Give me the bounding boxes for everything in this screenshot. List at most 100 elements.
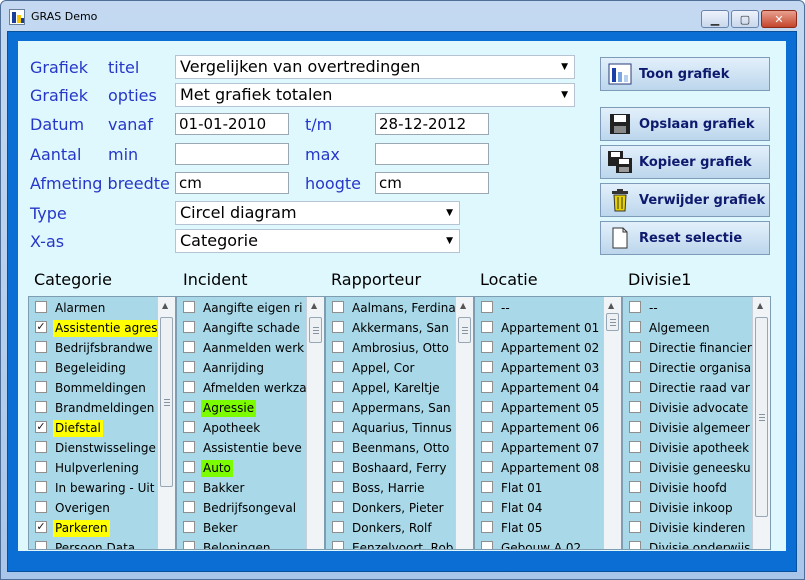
maximize-button[interactable]: ▢ xyxy=(731,10,759,28)
checkbox[interactable] xyxy=(629,461,641,473)
list-item[interactable]: Appartement 07 xyxy=(475,437,621,457)
checkbox[interactable] xyxy=(629,521,641,533)
checkbox[interactable] xyxy=(332,481,344,493)
close-button[interactable]: ✕ xyxy=(761,10,797,28)
max-input[interactable] xyxy=(375,143,489,165)
checkbox[interactable] xyxy=(481,401,493,413)
opslaan-grafiek-button[interactable]: Opslaan grafiek xyxy=(600,107,770,141)
list-item[interactable]: Ambrosius, Otto xyxy=(326,337,473,357)
checkbox[interactable] xyxy=(332,461,344,473)
checkbox[interactable] xyxy=(183,441,195,453)
list-item[interactable]: Appartement 02 xyxy=(475,337,621,357)
scrollbar[interactable]: ▲ xyxy=(306,297,324,549)
rapporteur-list[interactable]: Aalmans, Ferdina Akkermans, San Ambrosius,… xyxy=(325,296,474,550)
checkbox[interactable] xyxy=(481,301,493,313)
incident-list[interactable]: Aangifte eigen ri Aangifte schade Aanmelde… xyxy=(176,296,325,550)
list-item[interactable]: Divisie advocate xyxy=(623,397,770,417)
checkbox[interactable] xyxy=(481,441,493,453)
list-item[interactable]: Divisie hoofd xyxy=(623,477,770,497)
list-item[interactable]: Aanmelden werk xyxy=(177,337,324,357)
list-item[interactable]: Apotheek xyxy=(177,417,324,437)
checkbox[interactable] xyxy=(629,301,641,313)
list-item[interactable]: Aangifte schade xyxy=(177,317,324,337)
minimize-button[interactable]: ▁ xyxy=(701,10,729,28)
kopieer-grafiek-button[interactable]: Kopieer grafiek xyxy=(600,145,770,179)
list-item[interactable]: Appartement 01 xyxy=(475,317,621,337)
checkbox[interactable] xyxy=(332,361,344,373)
checkbox[interactable] xyxy=(481,321,493,333)
list-item[interactable]: ✓ Assistentie agres xyxy=(29,317,175,337)
list-item[interactable]: Divisie onderwijs xyxy=(623,537,770,549)
checkbox[interactable] xyxy=(183,381,195,393)
list-item[interactable]: Appel, Cor xyxy=(326,357,473,377)
checkbox[interactable] xyxy=(332,381,344,393)
checkbox[interactable] xyxy=(183,461,195,473)
checkbox[interactable] xyxy=(183,521,195,533)
scroll-up-arrow-icon[interactable]: ▲ xyxy=(757,301,763,310)
checkbox[interactable] xyxy=(629,481,641,493)
list-item[interactable]: Overigen xyxy=(29,497,175,517)
scrollbar[interactable]: ▲ xyxy=(603,297,621,549)
list-item[interactable]: Akkermans, San xyxy=(326,317,473,337)
checkbox[interactable] xyxy=(183,481,195,493)
checkbox[interactable] xyxy=(35,301,47,313)
toon-grafiek-button[interactable]: Toon grafiek xyxy=(600,57,770,91)
list-item[interactable]: Donkers, Rolf xyxy=(326,517,473,537)
list-item[interactable]: Appartement 06 xyxy=(475,417,621,437)
checkbox[interactable] xyxy=(332,301,344,313)
list-item[interactable]: Directie financier xyxy=(623,337,770,357)
list-item[interactable]: Beloningen xyxy=(177,537,324,549)
checkbox[interactable] xyxy=(481,381,493,393)
hoogte-input[interactable]: cm xyxy=(375,172,489,194)
opties-select[interactable]: Met grafiek totalen ▼ xyxy=(175,83,575,107)
list-item[interactable]: Begeleiding xyxy=(29,357,175,377)
scroll-up-arrow-icon[interactable]: ▲ xyxy=(460,301,466,310)
list-item[interactable]: Bedrijfsbrandwe xyxy=(29,337,175,357)
title-bar[interactable]: GRAS Demo ▁ ▢ ✕ xyxy=(1,1,804,31)
list-item[interactable]: Divisie apotheek xyxy=(623,437,770,457)
checkbox[interactable] xyxy=(332,401,344,413)
list-item[interactable]: Aquarius, Tinnus xyxy=(326,417,473,437)
checkbox[interactable] xyxy=(481,361,493,373)
checkbox[interactable] xyxy=(629,501,641,513)
checkbox[interactable] xyxy=(35,481,47,493)
list-item[interactable]: -- xyxy=(475,297,621,317)
checkbox[interactable] xyxy=(183,361,195,373)
verwijder-grafiek-button[interactable]: Verwijder grafiek xyxy=(600,183,770,217)
list-item[interactable]: Divisie geneesku xyxy=(623,457,770,477)
list-item[interactable]: Boshaard, Ferry xyxy=(326,457,473,477)
scrollbar-thumb[interactable] xyxy=(458,317,471,343)
checkbox[interactable] xyxy=(183,501,195,513)
scrollbar[interactable]: ▲ xyxy=(752,297,770,549)
checkbox[interactable] xyxy=(629,401,641,413)
checkbox[interactable] xyxy=(183,421,195,433)
checkbox[interactable] xyxy=(183,401,195,413)
list-item[interactable]: Donkers, Pieter xyxy=(326,497,473,517)
list-item[interactable]: Appermans, San xyxy=(326,397,473,417)
list-item[interactable]: Hulpverlening xyxy=(29,457,175,477)
list-item[interactable]: Assistentie beve xyxy=(177,437,324,457)
xas-select[interactable]: Categorie ▼ xyxy=(175,229,460,253)
checkbox[interactable] xyxy=(183,541,195,549)
checkbox[interactable] xyxy=(629,381,641,393)
list-item[interactable]: Flat 04 xyxy=(475,497,621,517)
checkbox[interactable] xyxy=(35,401,47,413)
scrollbar[interactable]: ▲ xyxy=(157,297,175,549)
list-item[interactable]: Beenmans, Otto xyxy=(326,437,473,457)
list-item[interactable]: Bedrijfsongeval xyxy=(177,497,324,517)
locatie-list[interactable]: -- Appartement 01 Appartement 02 Appartemen… xyxy=(474,296,622,550)
list-item[interactable]: Auto xyxy=(177,457,324,477)
checkbox[interactable] xyxy=(629,421,641,433)
checkbox[interactable] xyxy=(332,341,344,353)
list-item[interactable]: Aanrijding xyxy=(177,357,324,377)
titel-select[interactable]: Vergelijken van overtredingen ▼ xyxy=(175,55,575,79)
scrollbar[interactable]: ▲ xyxy=(455,297,473,549)
checkbox[interactable] xyxy=(35,341,47,353)
list-item[interactable]: Alarmen xyxy=(29,297,175,317)
checkbox[interactable] xyxy=(481,541,493,549)
checkbox[interactable] xyxy=(183,321,195,333)
list-item[interactable]: Appartement 04 xyxy=(475,377,621,397)
checkbox[interactable] xyxy=(332,521,344,533)
list-item[interactable]: ✓ Diefstal xyxy=(29,417,175,437)
checkbox[interactable] xyxy=(183,301,195,313)
